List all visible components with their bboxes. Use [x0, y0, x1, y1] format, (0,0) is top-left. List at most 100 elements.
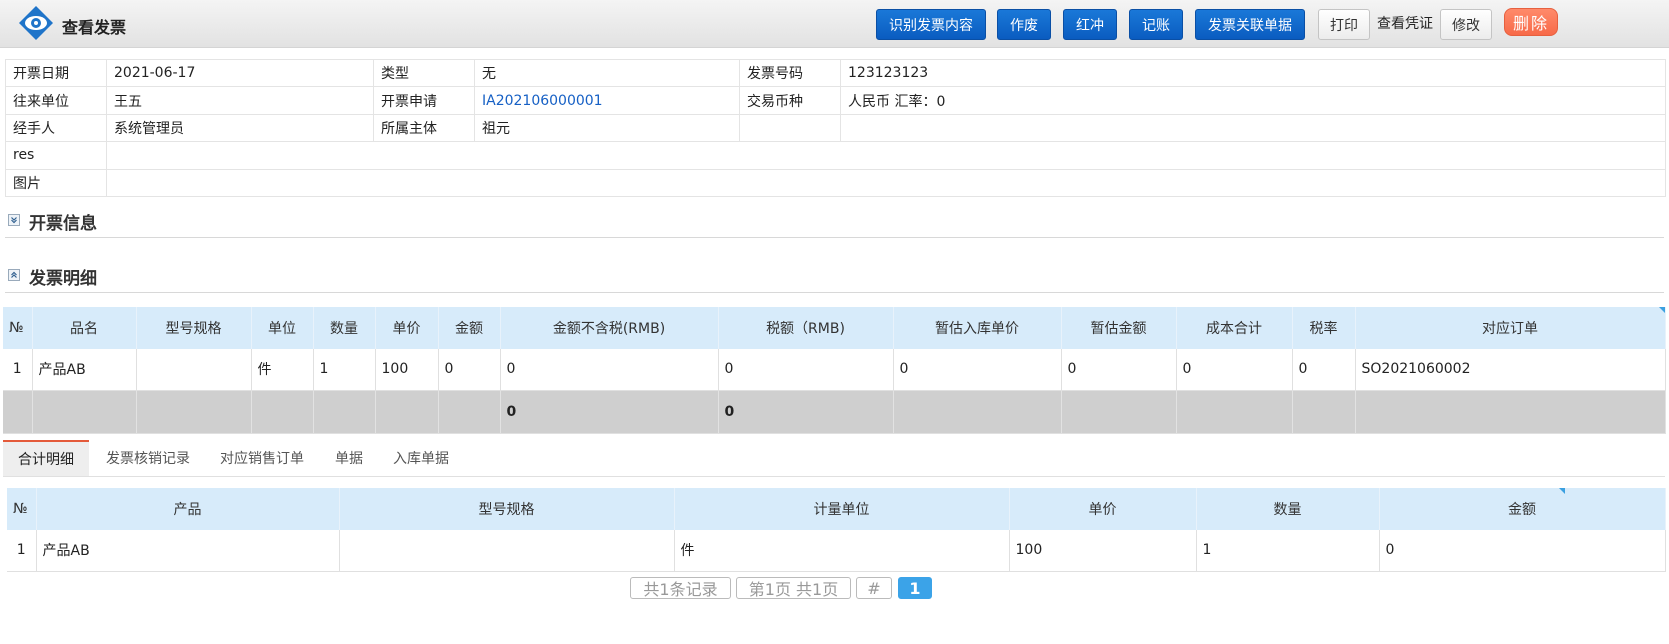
cell: 1 — [1196, 530, 1380, 572]
chevron-down-double-icon[interactable] — [8, 214, 20, 226]
col-measure-unit[interactable]: 计量单位 — [674, 488, 1010, 530]
cell: 1 — [7, 530, 37, 572]
cell: 100 — [1009, 530, 1197, 572]
col-amount-ex-tax[interactable]: 金额不含税(RMB) — [500, 307, 719, 349]
view-voucher-link[interactable]: 查看凭证 — [1377, 13, 1433, 33]
col-est-unit-price[interactable]: 暂估入库单价 — [893, 307, 1062, 349]
red-reverse-button[interactable]: 红冲 — [1063, 9, 1117, 40]
col-order[interactable]: 对应订单 — [1355, 307, 1666, 349]
tab-documents[interactable]: 单据 — [325, 440, 373, 476]
tab-inbound-docs[interactable]: 入库单据 — [383, 440, 459, 476]
sum-cell — [375, 390, 439, 434]
res-label: res — [5, 141, 107, 170]
eye-logo-icon — [19, 6, 53, 40]
chevron-up-double-icon[interactable] — [8, 269, 20, 281]
col-tax-rate[interactable]: 税率 — [1292, 307, 1356, 349]
void-button[interactable]: 作废 — [997, 9, 1051, 40]
cell: 0 — [1061, 349, 1177, 391]
cell — [339, 530, 675, 572]
col-quantity[interactable]: 数量 — [1196, 488, 1380, 530]
invoice-info-table: 开票日期 2021-06-17 类型 无 发票号码 123123123 往来单位… — [5, 58, 1666, 197]
col-model-spec[interactable]: 型号规格 — [136, 307, 252, 349]
sum-tax-amount: 0 — [718, 390, 894, 434]
pager-total: 共1条记录 — [630, 577, 731, 599]
col-cost-total[interactable]: 成本合计 — [1176, 307, 1293, 349]
sum-cell — [136, 390, 252, 434]
col-unit-price[interactable]: 单价 — [1009, 488, 1197, 530]
entity-value: 祖元 — [474, 113, 740, 143]
column-menu-corner-icon[interactable] — [1559, 488, 1565, 494]
invoice-no-value: 123123123 — [840, 58, 1666, 88]
partner-value: 王五 — [106, 86, 374, 115]
application-link[interactable]: IA202106000001 — [482, 93, 603, 109]
col-no[interactable]: № — [7, 488, 37, 530]
recognize-invoice-button[interactable]: 识别发票内容 — [876, 9, 986, 40]
cell: 0 — [438, 349, 501, 391]
tab-writeoff-records[interactable]: 发票核销记录 — [95, 440, 201, 476]
invoice-date-value: 2021-06-17 — [106, 58, 374, 88]
cell: SO2021060002 — [1355, 349, 1666, 391]
col-unit-price[interactable]: 单价 — [375, 307, 439, 349]
sum-amount-ex-tax: 0 — [500, 390, 719, 434]
col-product-name[interactable]: 品名 — [32, 307, 137, 349]
cell: 0 — [718, 349, 894, 391]
sum-cell — [251, 390, 314, 434]
toolbar: 查看发票 识别发票内容 作废 红冲 记账 发票关联单据 打印 查看凭证 修改 删… — [0, 0, 1669, 48]
cell: 0 — [1379, 530, 1666, 572]
application-label: 开票申请 — [373, 86, 475, 115]
related-docs-button[interactable]: 发票关联单据 — [1195, 9, 1305, 40]
column-menu-corner-icon[interactable] — [1659, 307, 1665, 313]
cell: 1 — [313, 349, 376, 391]
section-title: 发票明细 — [29, 269, 97, 289]
cell: 0 — [893, 349, 1062, 391]
col-est-amount[interactable]: 暂估金额 — [1061, 307, 1177, 349]
col-model-spec[interactable]: 型号规格 — [339, 488, 675, 530]
currency-label: 交易币种 — [739, 86, 841, 115]
cell: 0 — [1176, 349, 1293, 391]
cell: 产品AB — [32, 349, 137, 391]
col-amount[interactable]: 金额 — [1379, 488, 1666, 530]
cell: 0 — [500, 349, 719, 391]
tab-bar: 合计明细 发票核销记录 对应销售订单 单据 入库单据 — [3, 440, 1665, 477]
partner-label: 往来单位 — [5, 86, 107, 115]
table-row[interactable]: 1 产品AB 件 100 1 0 — [7, 530, 1666, 572]
print-button[interactable]: 打印 — [1318, 9, 1370, 40]
col-amount[interactable]: 金额 — [438, 307, 501, 349]
sum-cell — [438, 390, 501, 434]
type-label: 类型 — [373, 58, 475, 88]
sum-cell — [1355, 390, 1666, 434]
tab-sales-orders[interactable]: 对应销售订单 — [209, 440, 315, 476]
invoice-detail-grid: № 品名 型号规格 单位 数量 单价 金额 金额不含税(RMB) 税额（RMB)… — [3, 307, 1666, 434]
invoice-no-label: 发票号码 — [739, 58, 841, 88]
cell: 件 — [674, 530, 1010, 572]
cell: 产品AB — [36, 530, 340, 572]
section-title: 开票信息 — [29, 214, 97, 234]
cell: 0 — [1292, 349, 1356, 391]
section-invoice-detail[interactable]: 发票明细 — [5, 263, 1664, 293]
invoice-date-label: 开票日期 — [5, 58, 107, 88]
col-no[interactable]: № — [3, 307, 33, 349]
sum-cell — [3, 390, 33, 434]
sum-cell — [1292, 390, 1356, 434]
empty-cell — [840, 113, 1666, 143]
col-unit[interactable]: 单位 — [251, 307, 314, 349]
image-value — [106, 168, 1666, 197]
cell: 100 — [375, 349, 439, 391]
pager-current-page[interactable]: 1 — [898, 577, 932, 599]
pager-hash-button[interactable]: # — [856, 577, 892, 599]
col-quantity[interactable]: 数量 — [313, 307, 376, 349]
page-title: 查看发票 — [62, 18, 127, 37]
tab-summary-detail[interactable]: 合计明细 — [3, 440, 89, 476]
section-invoice-info[interactable]: 开票信息 — [5, 208, 1664, 238]
type-value: 无 — [474, 58, 740, 88]
delete-button[interactable]: 删除 — [1504, 8, 1558, 36]
sum-cell — [313, 390, 376, 434]
post-button[interactable]: 记账 — [1129, 9, 1183, 40]
col-tax-amount[interactable]: 税额（RMB) — [718, 307, 894, 349]
col-product[interactable]: 产品 — [36, 488, 340, 530]
edit-button[interactable]: 修改 — [1440, 9, 1492, 40]
currency-value: 人民币 汇率：0 — [840, 86, 1666, 115]
table-row[interactable]: 1 产品AB 件 1 100 0 0 0 0 0 0 0 SO202106000… — [3, 349, 1666, 391]
sum-cell — [1061, 390, 1177, 434]
sum-cell — [32, 390, 137, 434]
